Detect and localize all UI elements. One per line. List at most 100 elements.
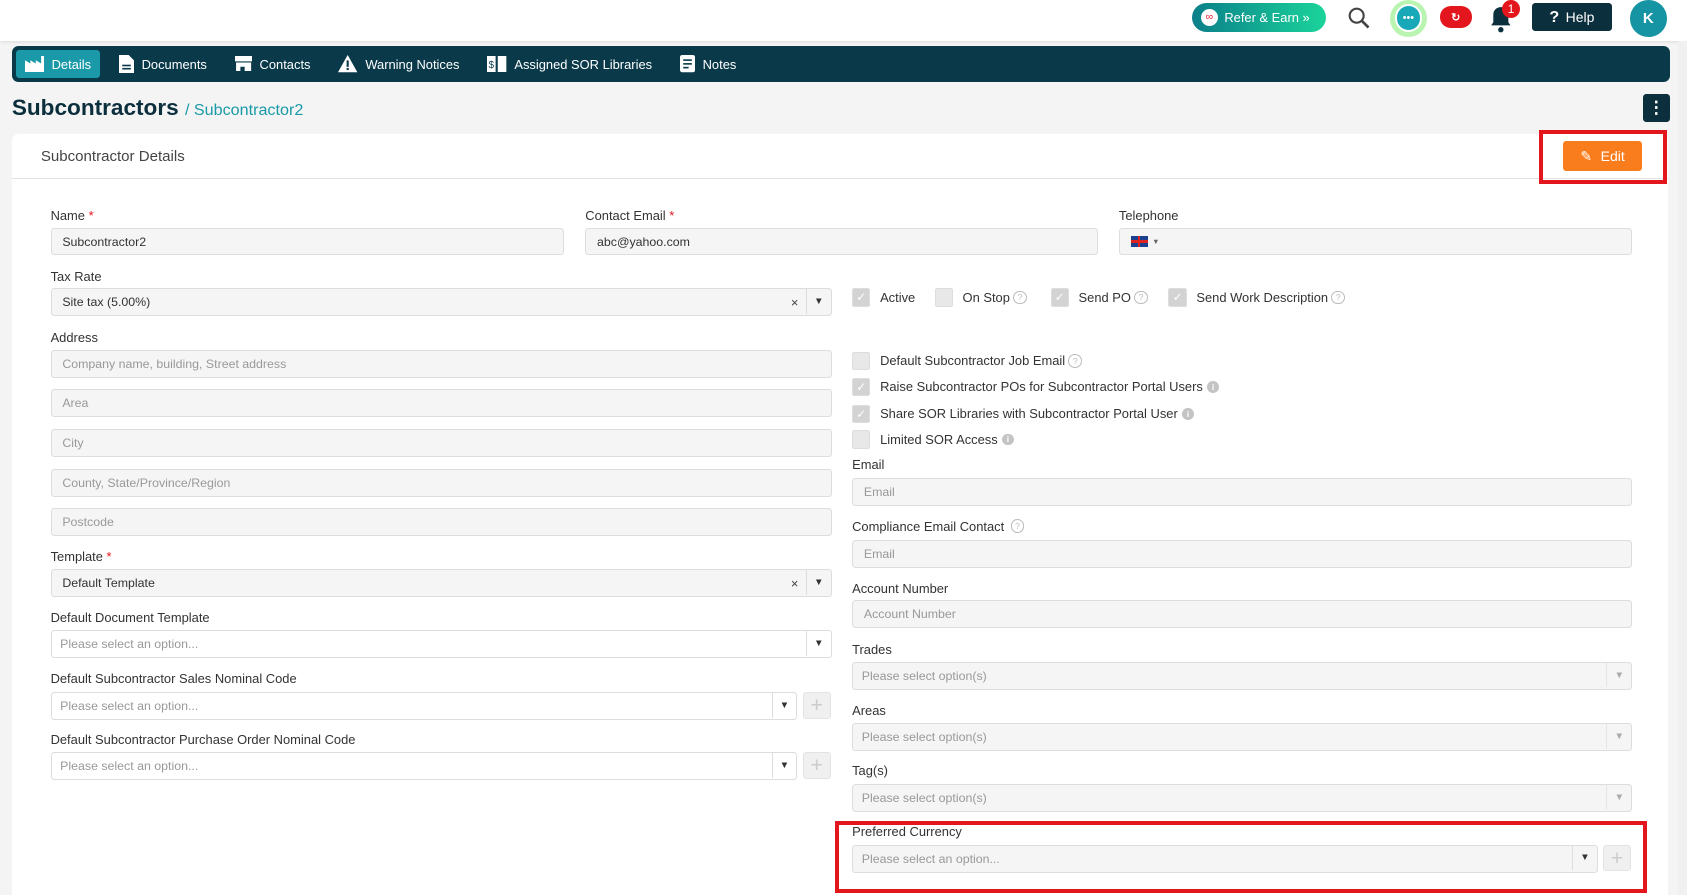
avatar[interactable]: K [1629,0,1667,37]
flags-row: ✓ Active On Stop? ✓ Send PO? ✓ Send Work De… [852,288,1346,307]
account-number-field[interactable]: Account Number [852,600,1633,629]
tab-contacts[interactable]: Contacts [226,50,319,78]
help-icon[interactable]: ? [1068,354,1083,368]
address-line1-field[interactable]: Company name, building, Street address [50,349,832,378]
telephone-field[interactable]: ▼ [1118,228,1633,255]
active-checkbox[interactable]: ✓ [852,288,871,307]
default-document-template-label: Default Document Template [50,610,210,626]
page-title: Subcontractors / Subcontractor2 [11,94,304,120]
trades-select[interactable]: Please select option(s) ▼ [852,661,1633,690]
option-limited-sor: Limited SOR Access i [852,430,1014,449]
account-number-label: Account Number [852,580,949,596]
job-email-checkbox[interactable] [852,351,871,371]
share-sor-checkbox[interactable]: ✓ [852,404,871,423]
template-label: Template * [50,548,112,564]
address-label: Address [50,330,98,346]
refer-logo-icon: ∞ [1200,9,1218,27]
info-icon[interactable]: i [1182,407,1194,420]
chat-icon[interactable]: ••• [1390,0,1427,37]
send-work-description-checkbox[interactable]: ✓ [1168,288,1187,307]
default-document-template-select[interactable]: Please select an option... ▼ [50,630,832,659]
search-icon[interactable] [1345,4,1373,32]
tab-assigned-sor-libraries[interactable]: $ Assigned SOR Libraries [479,50,661,78]
help-button[interactable]: ? Help [1532,3,1612,32]
areas-label: Areas [852,702,886,718]
notes-icon [680,55,696,73]
help-icon[interactable]: ? [1013,290,1027,305]
cloud-sync-icon[interactable]: ↻ [1439,6,1472,28]
limited-sor-checkbox[interactable] [852,430,871,449]
compliance-email-field[interactable]: Email [852,540,1633,569]
on-stop-checkbox[interactable] [934,288,953,307]
tab-notes[interactable]: Notes [671,50,745,78]
more-options-button[interactable]: ⋮ [1642,93,1670,122]
refer-earn-button[interactable]: ∞ Refer & Earn » [1192,3,1326,33]
areas-select[interactable]: Please select option(s) ▼ [852,723,1633,751]
store-icon [234,56,253,72]
add-po-nominal-button[interactable]: + [802,752,831,779]
option-raise-pos: ✓ Raise Subcontractor POs for Subcontract… [852,377,1219,396]
tags-label: Tag(s) [852,762,888,778]
tax-rate-select[interactable]: Site tax (5.00%) × ▼ [50,288,832,317]
tab-documents[interactable]: Documents [110,50,215,78]
tab-details[interactable]: Details [16,50,100,78]
document-icon [119,54,135,74]
help-icon[interactable]: ? [1331,290,1346,305]
card-title: Subcontractor Details [40,148,185,166]
chevron-down-icon[interactable]: ▼ [1606,785,1631,811]
tab-bar: Details Documents Contacts Warning Notic… [11,46,1670,82]
template-select[interactable]: Default Template × ▼ [50,569,832,598]
clear-icon[interactable]: × [791,295,799,310]
address-city-field[interactable]: City [50,429,832,458]
library-icon: $ [487,55,507,73]
edit-button[interactable]: ✎ Edit [1563,140,1642,172]
warning-icon [338,55,358,73]
chevron-down-icon[interactable]: ▼ [806,570,831,595]
chevron-down-icon[interactable]: ▼ [806,631,831,657]
sales-nominal-select[interactable]: Please select an option... ▼ [50,691,798,720]
preferred-currency-select[interactable]: Please select an option... ▼ [852,844,1598,873]
chevron-down-icon[interactable]: ▼ [806,289,831,315]
info-icon[interactable]: i [1207,380,1219,393]
trades-label: Trades [852,642,892,658]
factory-icon [24,55,45,73]
add-sales-nominal-button[interactable]: + [802,691,831,719]
tax-rate-label: Tax Rate [50,268,102,284]
option-share-sor: ✓ Share SOR Libraries with Subcontractor … [852,404,1194,423]
clear-icon[interactable]: × [791,576,799,591]
chevron-down-icon[interactable]: ▼ [1606,724,1631,749]
breadcrumb[interactable]: / Subcontractor2 [185,101,303,119]
email-label: Email [852,457,885,473]
tags-select[interactable]: Please select option(s) ▼ [852,784,1633,813]
address-postcode-field[interactable]: Postcode [50,507,832,536]
question-icon: ? [1549,7,1560,26]
preferred-currency-label: Preferred Currency [852,824,962,840]
chevron-down-icon[interactable]: ▼ [1606,662,1631,688]
chevron-down-icon[interactable]: ▼ [1572,845,1597,871]
top-bar [0,0,1687,41]
scrollbar[interactable] [1678,40,1687,895]
chevron-down-icon[interactable]: ▼ [771,753,797,778]
sales-nominal-label: Default Subcontractor Sales Nominal Code [50,671,297,687]
po-nominal-label: Default Subcontractor Purchase Order Nom… [50,731,356,747]
address-county-field[interactable]: County, State/Province/Region [50,469,832,498]
chevron-down-icon[interactable]: ▼ [771,692,797,718]
compliance-email-label: Compliance Email Contact? [852,519,1025,534]
send-po-checkbox[interactable]: ✓ [1050,288,1069,307]
option-job-email: Default Subcontractor Job Email? [852,351,1083,371]
help-icon[interactable]: ? [1010,519,1025,533]
name-field[interactable]: Subcontractor2 [50,228,564,255]
email-field[interactable]: Email [852,477,1633,506]
help-icon[interactable]: ? [1134,290,1148,305]
address-area-field[interactable]: Area [50,389,832,418]
uk-flag-icon[interactable] [1130,236,1148,247]
info-icon[interactable]: i [1002,433,1014,446]
raise-pos-checkbox[interactable]: ✓ [852,377,871,396]
divider [11,177,1668,179]
contact-email-label: Contact Email * [585,207,675,223]
tab-warning-notices[interactable]: Warning Notices [330,50,468,78]
name-label: Name * [50,207,94,223]
add-currency-button[interactable]: + [1603,844,1632,872]
po-nominal-select[interactable]: Please select an option... ▼ [50,752,798,781]
contact-email-field[interactable]: abc@yahoo.com [585,228,1099,255]
